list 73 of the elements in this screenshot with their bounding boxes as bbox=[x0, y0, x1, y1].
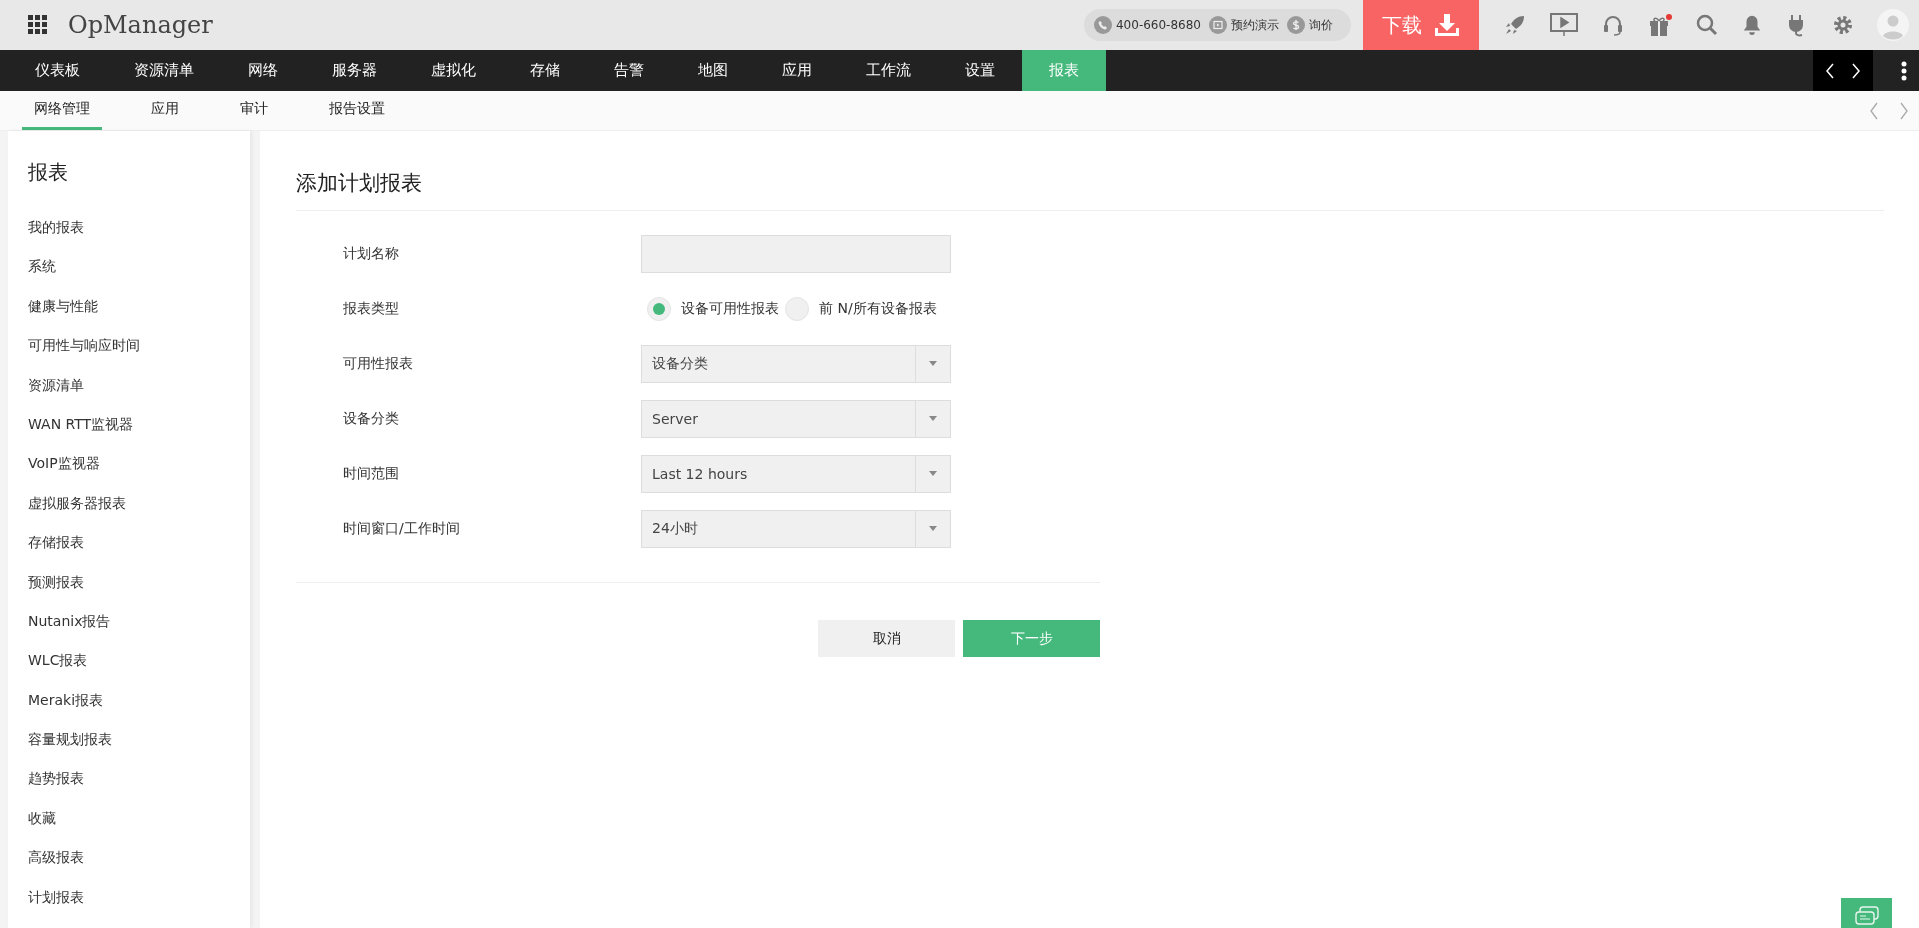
field-label: 设备分类 bbox=[342, 409, 400, 428]
app-name: OpManager bbox=[68, 11, 213, 39]
price-link[interactable]: 询价 bbox=[1309, 16, 1333, 34]
radio-button[interactable] bbox=[785, 296, 809, 321]
chat-icon bbox=[1853, 906, 1880, 926]
more-options-icon[interactable] bbox=[1901, 60, 1907, 81]
search-icon[interactable] bbox=[1695, 13, 1719, 37]
chat-button[interactable] bbox=[1841, 898, 1892, 928]
sidebar-item[interactable]: 健康与性能 bbox=[28, 286, 250, 327]
headset-icon[interactable] bbox=[1601, 13, 1625, 37]
sidebar-item[interactable]: 存储报表 bbox=[28, 523, 250, 563]
sidebar-item[interactable]: VoIP监视器 bbox=[28, 444, 250, 484]
nav-tab[interactable]: 资源清单 bbox=[107, 50, 221, 91]
video-icon bbox=[1209, 16, 1227, 34]
nav-tab[interactable]: 虚拟化 bbox=[404, 50, 503, 91]
demo-link[interactable]: 预约演示 bbox=[1231, 16, 1279, 34]
subnav-tab[interactable]: 审计 bbox=[228, 91, 280, 130]
sidebar-title: 报表 bbox=[28, 159, 69, 186]
cancel-button[interactable]: 取消 bbox=[818, 620, 955, 657]
dropdown[interactable]: 24小时 bbox=[641, 509, 951, 548]
sidebar-item[interactable]: 可用性与响应时间 bbox=[28, 326, 250, 366]
sidebar-item[interactable]: 高级报表 bbox=[28, 838, 250, 878]
bell-icon[interactable] bbox=[1741, 14, 1763, 36]
input-field[interactable] bbox=[641, 234, 951, 273]
dropdown[interactable]: 设备分类 bbox=[641, 344, 951, 383]
radio-button[interactable] bbox=[647, 296, 671, 321]
phone-icon bbox=[1094, 16, 1112, 34]
sidebar-item[interactable]: 趋势报表 bbox=[28, 759, 250, 799]
sidebar-item[interactable]: 虚拟服务器报表 bbox=[28, 483, 250, 524]
subnav-tab[interactable]: 应用 bbox=[139, 91, 191, 130]
sidebar-item[interactable]: 资源清单 bbox=[28, 365, 250, 405]
caret-icon bbox=[929, 361, 937, 366]
radio-label[interactable]: 设备可用性报表 bbox=[681, 299, 779, 318]
radio-label[interactable]: 前 N/所有设备报表 bbox=[819, 299, 937, 318]
sidebar-item[interactable]: WAN RTT监视器 bbox=[28, 404, 250, 445]
caret-icon bbox=[929, 416, 937, 421]
presentation-icon[interactable] bbox=[1549, 12, 1579, 38]
nav-tab[interactable]: 存储 bbox=[503, 50, 587, 91]
field-label: 可用性报表 bbox=[342, 354, 414, 373]
sidebar-item[interactable]: 收藏 bbox=[28, 798, 250, 839]
nav-tab[interactable]: 仪表板 bbox=[8, 50, 107, 91]
nav-tab[interactable]: 告警 bbox=[587, 50, 671, 91]
download-icon bbox=[1434, 13, 1460, 37]
nav-tab[interactable]: 地图 bbox=[671, 50, 755, 91]
field-label: 时间范围 bbox=[342, 464, 400, 483]
sidebar-item[interactable]: 容量规划报表 bbox=[28, 720, 250, 760]
rocket-icon[interactable] bbox=[1503, 13, 1527, 37]
nav-tab[interactable]: 网络 bbox=[221, 50, 305, 91]
nav-tab[interactable]: 服务器 bbox=[305, 50, 404, 91]
dropdown[interactable]: Last 12 hours bbox=[641, 454, 951, 493]
sidebar-item[interactable]: WLC报表 bbox=[28, 641, 250, 681]
settings-icon[interactable] bbox=[1831, 13, 1855, 37]
caret-icon bbox=[929, 526, 937, 531]
phone-number[interactable]: 400-660-8680 bbox=[1116, 18, 1201, 32]
dropdown[interactable]: Server bbox=[641, 399, 951, 438]
subnav-tab[interactable]: 报告设置 bbox=[317, 91, 397, 130]
caret-icon bbox=[929, 471, 937, 476]
sidebar-item[interactable]: Nutanix报告 bbox=[28, 601, 250, 642]
app-grid-icon[interactable] bbox=[28, 15, 48, 35]
dollar-icon bbox=[1287, 16, 1305, 34]
sidebar-item[interactable]: 预测报表 bbox=[28, 562, 250, 602]
field-label: 报表类型 bbox=[342, 299, 400, 318]
nav-tab[interactable]: 应用 bbox=[755, 50, 839, 91]
sidebar-item[interactable]: Meraki报表 bbox=[28, 680, 250, 721]
nav-tab[interactable]: 设置 bbox=[938, 50, 1022, 91]
nav-tab[interactable]: 工作流 bbox=[839, 50, 938, 91]
field-label: 计划名称 bbox=[342, 244, 400, 263]
sidebar-item[interactable]: 我的报表 bbox=[28, 208, 250, 248]
form-title: 添加计划报表 bbox=[296, 131, 1884, 211]
gift-icon[interactable] bbox=[1647, 13, 1673, 37]
sidebar-item[interactable]: 系统 bbox=[28, 247, 250, 287]
sidebar-item[interactable]: 计划报表 bbox=[28, 877, 250, 918]
field-label: 时间窗口/工作时间 bbox=[342, 519, 461, 538]
